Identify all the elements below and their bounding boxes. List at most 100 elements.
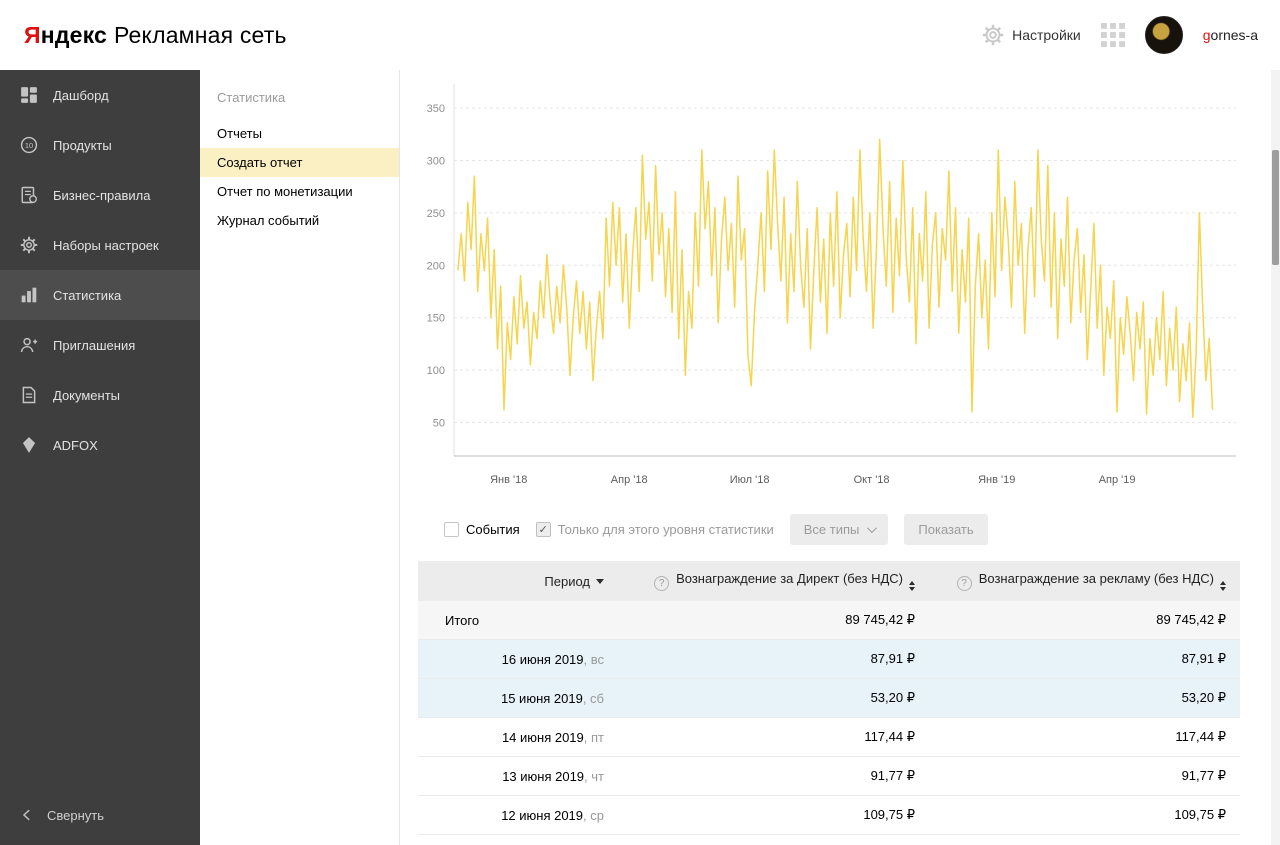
row-date: 16 июня 2019 — [501, 651, 584, 667]
events-checkbox[interactable]: События — [444, 522, 520, 537]
table-row: 12 июня 2019, ср 109,75 ₽ 109,75 ₽ — [418, 795, 1240, 835]
products-icon: 10 — [20, 136, 38, 154]
svg-text:Янв '19: Янв '19 — [978, 474, 1015, 486]
level-only-checkbox-box[interactable] — [535, 522, 551, 537]
row-day-of-week: , вс — [583, 651, 604, 667]
table-row: 13 июня 2019, чт 91,77 ₽ 91,77 ₽ — [418, 756, 1240, 796]
event-types-dropdown-label: Все типы — [803, 522, 860, 537]
dashboard-icon — [20, 86, 38, 104]
svg-text:200: 200 — [427, 260, 445, 272]
table-row: 14 июня 2019, пт 117,44 ₽ 117,44 ₽ — [418, 717, 1240, 757]
row-direct-value: 109,75 ₽ — [618, 795, 929, 835]
svg-text:100: 100 — [427, 365, 445, 377]
business-rules-icon — [20, 186, 38, 204]
row-ads-value: 87,91 ₽ — [929, 639, 1240, 679]
gear-icon — [982, 24, 1004, 46]
total-direct-value: 89 745,42 ₽ — [618, 601, 929, 640]
row-day-of-week: , ср — [583, 807, 604, 823]
collapse-label: Свернуть — [47, 807, 105, 823]
row-ads-value: 117,44 ₽ — [929, 717, 1240, 757]
svg-text:Окт '18: Окт '18 — [854, 474, 890, 486]
sidebar-item-invitations[interactable]: Приглашения — [0, 320, 200, 370]
svg-text:50: 50 — [433, 418, 445, 430]
row-direct-value: 117,44 ₽ — [618, 717, 929, 757]
logo-first-letter: Я — [24, 21, 41, 48]
svg-text:250: 250 — [427, 208, 445, 220]
submenu-item[interactable]: Отчеты — [200, 119, 399, 148]
revenue-chart: 50 100 150 200 250 300 350 Янв '18 Апр '18 Июл '1… — [427, 84, 1236, 486]
adfox-icon — [20, 436, 38, 454]
row-direct-value: 53,20 ₽ — [618, 678, 929, 718]
submenu-item[interactable]: Создать отчет — [200, 148, 399, 177]
username[interactable]: gornes-a — [1203, 27, 1258, 43]
statistics-submenu: Статистика Отчеты Создать отчет Отчет по… — [200, 70, 400, 845]
svg-text:350: 350 — [427, 103, 445, 115]
sort-updown-icon — [1220, 581, 1226, 591]
table-row: 15 июня 2019, сб 53,20 ₽ 53,20 ₽ — [418, 678, 1240, 718]
statistics-table: Период ? Вознаграждение за Директ (без НД… — [418, 561, 1240, 835]
settings-label: Настройки — [1012, 27, 1081, 43]
show-button-label: Показать — [918, 522, 974, 537]
level-only-checkbox[interactable]: Только для этого уровня статистики — [535, 522, 774, 537]
show-button[interactable]: Показать — [904, 514, 988, 545]
total-label: Итого — [418, 601, 618, 640]
row-ads-value: 53,20 ₽ — [929, 678, 1240, 718]
sidebar-item-settings-sets[interactable]: Наборы настроек — [0, 220, 200, 270]
chart-controls: События Только для этого уровня статисти… — [444, 514, 1264, 545]
scrollbar-thumb[interactable] — [1272, 150, 1279, 265]
row-direct-value: 91,77 ₽ — [618, 756, 929, 796]
sort-updown-icon — [909, 581, 915, 591]
main-sidebar: Дашборд 10 Продукты Бизнес-правила Набор… — [0, 70, 200, 845]
documents-icon — [20, 386, 38, 404]
table-header-row: Период ? Вознаграждение за Директ (без НД… — [418, 561, 1240, 601]
row-ads-value: 109,75 ₽ — [929, 795, 1240, 835]
events-checkbox-label: События — [466, 522, 520, 537]
table-header-ads[interactable]: ? Вознаграждение за рекламу (без НДС) — [929, 561, 1240, 601]
svg-text:Янв '18: Янв '18 — [490, 474, 527, 486]
sidebar-item-documents[interactable]: Документы — [0, 370, 200, 420]
invitations-icon — [20, 336, 38, 354]
table-header-period[interactable]: Период — [418, 561, 618, 601]
sidebar-item-statistics[interactable]: Статистика — [0, 270, 200, 320]
main-content: 50 100 150 200 250 300 350 Янв '18 Апр '18 Июл '1… — [400, 70, 1280, 845]
row-day-of-week: , сб — [582, 690, 604, 706]
chevron-down-icon — [867, 523, 878, 534]
yandex-logo[interactable]: Яндекс Рекламная сеть — [24, 22, 287, 49]
apps-grid-icon[interactable] — [1100, 23, 1125, 47]
svg-text:10: 10 — [25, 141, 33, 150]
collapse-sidebar-button[interactable]: Свернуть — [0, 793, 200, 837]
row-ads-value: 91,77 ₽ — [929, 756, 1240, 796]
sort-desc-icon — [596, 578, 604, 584]
row-date: 14 июня 2019 — [501, 729, 584, 745]
statistics-icon — [20, 286, 38, 304]
sidebar-item-adfox[interactable]: ADFOX — [0, 420, 200, 470]
user-avatar[interactable] — [1144, 16, 1183, 54]
row-day-of-week: , чт — [584, 768, 604, 784]
header-right: Настройки gornes-a — [982, 16, 1258, 54]
row-date: 13 июня 2019 — [502, 768, 585, 784]
settings-button[interactable]: Настройки — [982, 24, 1081, 46]
total-ads-value: 89 745,42 ₽ — [929, 601, 1240, 640]
sidebar-item-business-rules[interactable]: Бизнес-правила — [0, 170, 200, 220]
sidebar-item-dashboard[interactable]: Дашборд — [0, 70, 200, 120]
page-scrollbar — [1271, 70, 1280, 845]
help-icon[interactable]: ? — [956, 576, 972, 591]
settings-sets-icon — [20, 236, 38, 254]
submenu-item[interactable]: Отчет по монетизации — [200, 177, 399, 206]
row-direct-value: 87,91 ₽ — [618, 639, 929, 679]
events-checkbox-box[interactable] — [444, 522, 459, 537]
svg-text:Апр '18: Апр '18 — [611, 474, 648, 486]
svg-text:Июл '18: Июл '18 — [730, 474, 770, 486]
table-header-direct[interactable]: ? Вознаграждение за Директ (без НДС) — [618, 561, 929, 601]
help-icon[interactable]: ? — [654, 576, 670, 591]
svg-text:Апр '19: Апр '19 — [1099, 474, 1136, 486]
event-types-dropdown[interactable]: Все типы — [789, 514, 889, 545]
row-day-of-week: , пт — [583, 729, 604, 745]
submenu-title: Статистика — [217, 90, 286, 105]
table-total-row: Итого 89 745,42 ₽ 89 745,42 ₽ — [418, 601, 1240, 640]
top-header: Яндекс Рекламная сеть Настройки gornes-a — [0, 0, 1280, 70]
submenu-item[interactable]: Журнал событий — [200, 206, 399, 235]
level-only-checkbox-label: Только для этого уровня статистики — [557, 522, 774, 537]
svg-text:300: 300 — [427, 156, 445, 168]
sidebar-item-products[interactable]: 10 Продукты — [0, 120, 200, 170]
